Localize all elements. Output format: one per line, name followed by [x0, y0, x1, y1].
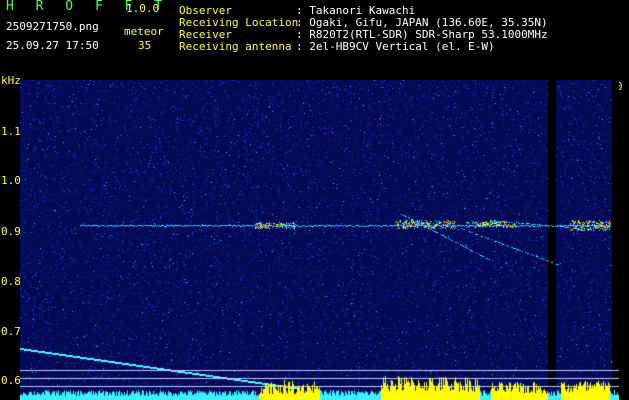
info-antenna-value: : 2el-HB9CV Vertical (el. E-W) [296, 40, 495, 53]
y-axis-unit: kHz [1, 74, 21, 87]
file-name: 2509271750.png [6, 20, 99, 33]
meteor-label: meteor [124, 25, 164, 38]
y-tick-label: 0.8 [1, 275, 21, 288]
y-tick-label: 1.1 [1, 125, 21, 138]
info-antenna-key: Receiving antenna [179, 40, 292, 53]
y-tick-label: 1.0 [1, 174, 21, 187]
timestamp: 25.09.27 17:50 [6, 39, 99, 52]
app-version: 1.0.0 [126, 2, 160, 15]
spectrogram-canvas [20, 80, 619, 400]
y-tick-label: 0.6 [1, 374, 21, 387]
meteor-count: 35 [138, 39, 152, 52]
y-tick-label: 0.7 [1, 325, 21, 338]
y-tick-label: 0.9 [1, 225, 21, 238]
hrofft-window: H R O F F T 1.0.0 2509271750.png meteor … [0, 0, 629, 400]
